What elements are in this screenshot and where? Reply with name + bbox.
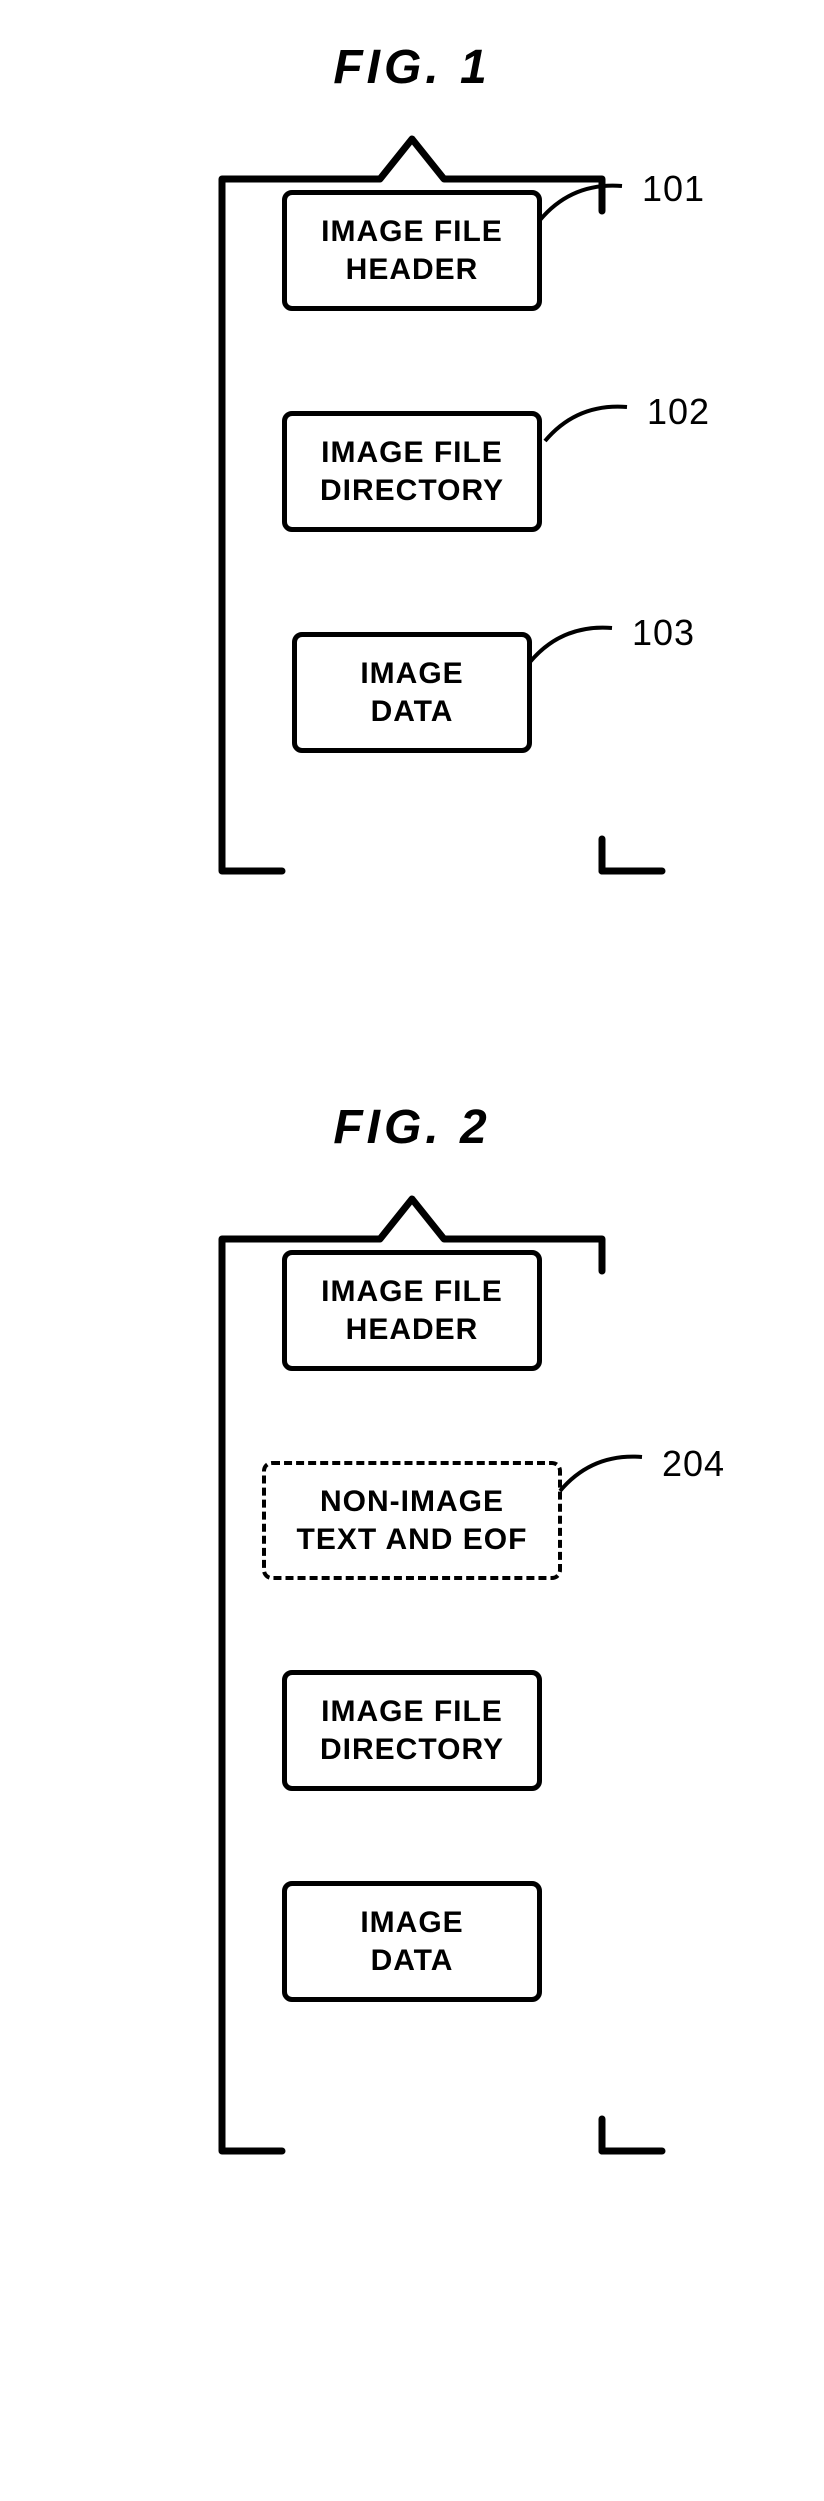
block-image-file-header: IMAGE FILE HEADER [282, 1250, 542, 1371]
ref-204: 204 [662, 1443, 725, 1485]
figure-2-stack: IMAGE FILE HEADER NON-IMAGE TEXT AND EOF… [92, 1250, 732, 2002]
figure-1-title: FIG. 1 [92, 40, 732, 95]
leader-line [532, 172, 652, 232]
figure-1-stack: IMAGE FILE HEADER 101 IMAGE FILE DIRECTO… [92, 190, 732, 753]
block-image-file-directory: IMAGE FILE DIRECTORY [282, 1670, 542, 1791]
block-non-image-text-eof: NON-IMAGE TEXT AND EOF [262, 1461, 562, 1580]
block-image-file-directory: IMAGE FILE DIRECTORY [282, 411, 542, 532]
block-image-file-header: IMAGE FILE HEADER [282, 190, 542, 311]
figure-1: FIG. 1 IMAGE FILE HEADER 101 IMAGE FILE … [92, 40, 732, 940]
ref-103: 103 [632, 612, 695, 654]
figure-2: FIG. 2 IMAGE FILE HEADER NON-IMAGE TEXT … [92, 1100, 732, 2220]
leader-line [522, 616, 642, 676]
ref-101: 101 [642, 168, 705, 210]
block-image-data: IMAGE DATA [292, 632, 532, 753]
page: FIG. 1 IMAGE FILE HEADER 101 IMAGE FILE … [0, 0, 824, 2460]
figure-2-title: FIG. 2 [92, 1100, 732, 1155]
ref-102: 102 [647, 391, 710, 433]
block-image-data: IMAGE DATA [282, 1881, 542, 2002]
leader-line [552, 1447, 672, 1507]
leader-line [537, 395, 657, 455]
